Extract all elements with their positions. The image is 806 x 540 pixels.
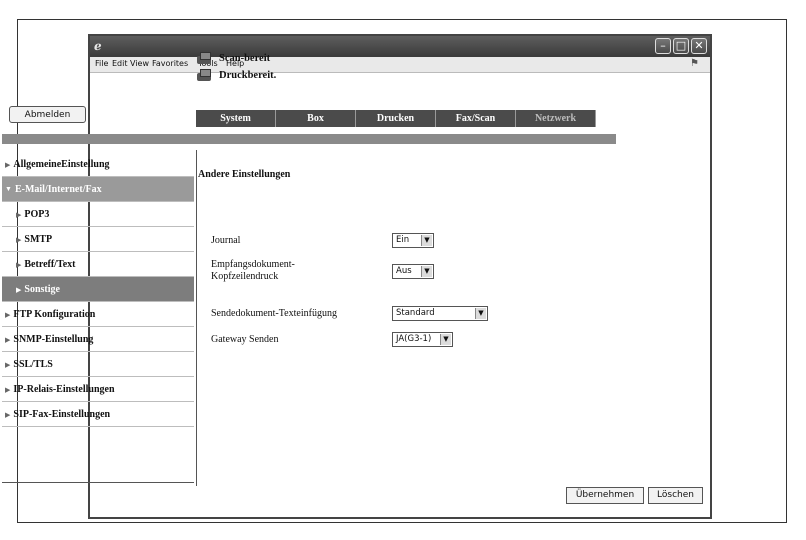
sidebar-item-label: AllgemeineEinstellung: [13, 158, 110, 170]
sidebar-item-label: SMTP: [24, 233, 53, 245]
sidebar: ▶ AllgemeineEinstellung ▼ E-Mail/Interne…: [2, 152, 194, 427]
menu-favorites[interactable]: Favorites: [152, 59, 188, 68]
sidebar-item-ssl-tls[interactable]: ▶ SSL/TLS: [2, 352, 194, 377]
triangle-right-icon: ▶: [16, 260, 22, 269]
printer-icon: [196, 68, 214, 83]
chevron-down-icon: ▼: [475, 308, 486, 319]
header-divider-bar: [2, 134, 616, 144]
sidebar-item-ip-relais-einstellungen[interactable]: ▶ IP-Relais-Einstellungen: [2, 377, 194, 402]
scan-status-text: Scan-bereit: [219, 53, 271, 64]
chevron-down-icon: ▼: [421, 235, 432, 246]
apply-button[interactable]: Übernehmen: [566, 487, 644, 504]
sidebar-item-email-internet-fax[interactable]: ▼ E-Mail/Internet/Fax: [2, 177, 194, 202]
triangle-right-icon: ▶: [5, 310, 11, 319]
triangle-right-icon: ▶: [16, 210, 22, 219]
sidebar-item-label: E-Mail/Internet/Fax: [14, 183, 102, 195]
logout-button[interactable]: Abmelden: [9, 106, 86, 123]
minimize-icon[interactable]: –: [655, 38, 671, 54]
triangle-right-icon: ▶: [5, 385, 11, 394]
content-divider: [196, 150, 197, 486]
sidebar-bottom-rule: [2, 482, 194, 483]
tab-fax-scan[interactable]: Fax/Scan: [436, 110, 516, 127]
triangle-right-icon: ▶: [5, 335, 11, 344]
scanner-icon: [196, 51, 214, 66]
page-title: Andere Einstellungen: [198, 169, 291, 180]
scan-status: Scan-bereit: [196, 50, 276, 67]
sidebar-item-snmp-einstellung[interactable]: ▶ SNMP-Einstellung: [2, 327, 194, 352]
sidebar-item-label: IP-Relais-Einstellungen: [13, 383, 115, 395]
gateway-senden-value: JA(G3-1): [396, 334, 432, 344]
sidebar-item-label: Sonstige: [24, 283, 60, 295]
gateway-senden-label: Gateway Senden: [211, 334, 279, 345]
sidebar-item-smtp[interactable]: ▶ SMTP: [2, 227, 194, 252]
windows-logo-icon: ⚑: [690, 58, 699, 69]
menu-edit[interactable]: Edit: [112, 59, 128, 68]
window-controls: – □ ✕: [655, 38, 707, 54]
chevron-down-icon: ▼: [440, 334, 451, 345]
sidebar-item-sip-fax-einstellungen[interactable]: ▶ SIP-Fax-Einstellungen: [2, 402, 194, 427]
sidebar-item-label: SSL/TLS: [13, 358, 53, 370]
triangle-right-icon: ▶: [5, 410, 11, 419]
ie-app-icon: ℯ: [94, 39, 102, 53]
close-icon[interactable]: ✕: [691, 38, 707, 54]
tab-system[interactable]: System: [196, 110, 276, 127]
sidebar-item-label: FTP Konfiguration: [13, 308, 96, 320]
triangle-right-icon: ▶: [16, 285, 22, 294]
sidebar-item-label: Betreff/Text: [24, 258, 76, 270]
empfangsdokument-label: Empfangsdokument- Kopfzeilendruck: [211, 259, 295, 282]
sidebar-item-betreff-text[interactable]: ▶ Betreff/Text: [2, 252, 194, 277]
sidebar-item-allgemeine-einstellung[interactable]: ▶ AllgemeineEinstellung: [2, 152, 194, 177]
maximize-icon[interactable]: □: [673, 38, 689, 54]
device-status: Scan-bereit Druckbereit.: [196, 50, 276, 84]
journal-label: Journal: [211, 235, 241, 246]
sidebar-item-pop3[interactable]: ▶ POP3: [2, 202, 194, 227]
empfangsdokument-value: Aus: [396, 266, 412, 276]
tab-netzwerk[interactable]: Netzwerk: [516, 110, 596, 127]
sendedokument-select[interactable]: Standard ▼: [392, 306, 488, 321]
triangle-right-icon: ▶: [5, 360, 11, 369]
menu-view[interactable]: View: [130, 59, 149, 68]
journal-select[interactable]: Ein ▼: [392, 233, 434, 248]
sidebar-item-label: POP3: [24, 208, 50, 220]
empfangsdokument-select[interactable]: Aus ▼: [392, 264, 434, 279]
sendedokument-label: Sendedokument-Texteinfügung: [211, 308, 337, 319]
sidebar-item-ftp-konfiguration[interactable]: ▶ FTP Konfiguration: [2, 302, 194, 327]
chevron-down-icon: ▼: [421, 266, 432, 277]
main-tabs: System Box Drucken Fax/Scan Netzwerk: [196, 110, 596, 127]
menu-file[interactable]: File: [95, 59, 108, 68]
print-status: Druckbereit.: [196, 67, 276, 84]
sidebar-item-label: SNMP-Einstellung: [13, 333, 94, 345]
tab-box[interactable]: Box: [276, 110, 356, 127]
menu-bar: File Edit View Favorites Tools Help ⚑: [90, 57, 710, 73]
tab-drucken[interactable]: Drucken: [356, 110, 436, 127]
delete-button[interactable]: Löschen: [648, 487, 703, 504]
title-bar: ℯ – □ ✕: [90, 36, 710, 57]
triangle-down-icon: ▼: [5, 185, 12, 193]
sidebar-item-label: SIP-Fax-Einstellungen: [13, 408, 111, 420]
triangle-right-icon: ▶: [16, 235, 22, 244]
journal-value: Ein: [396, 235, 410, 245]
gateway-senden-select[interactable]: JA(G3-1) ▼: [392, 332, 453, 347]
print-status-text: Druckbereit.: [219, 70, 277, 81]
sendedokument-value: Standard: [396, 308, 435, 318]
triangle-right-icon: ▶: [5, 160, 11, 169]
sidebar-item-sonstige[interactable]: ▶ Sonstige: [2, 277, 194, 302]
